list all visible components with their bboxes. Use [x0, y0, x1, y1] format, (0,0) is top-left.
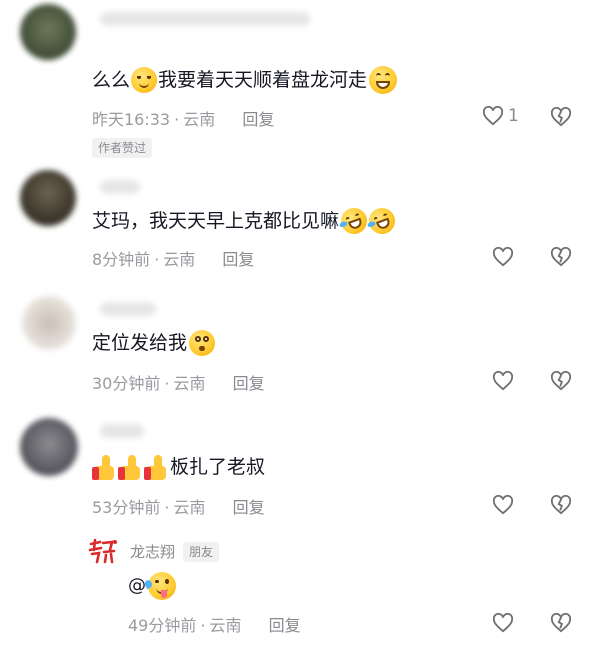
comment-location: 云南	[173, 498, 206, 517]
reply-time: 49分钟前	[128, 616, 197, 635]
username[interactable]	[100, 302, 156, 316]
avatar[interactable]	[22, 296, 76, 350]
rolling-laughing-emoji	[365, 204, 399, 238]
comment-meta: 昨天16:33 · 云南 回复	[92, 106, 274, 130]
thumbs-up-emoji	[92, 454, 116, 480]
comment-time: 53分钟前	[92, 498, 161, 517]
comment-text: 定位发给我	[92, 330, 216, 356]
reply-button[interactable]: 回复	[242, 110, 274, 129]
comment-text: 艾玛，我天天早上克都比见嘛	[92, 204, 399, 238]
comment-meta: 8分钟前 · 云南 回复	[92, 246, 254, 270]
friend-tag: 朋友	[183, 541, 220, 562]
comment-time: 昨天16:33	[92, 110, 171, 129]
username[interactable]	[100, 180, 140, 194]
separator: ·	[154, 250, 160, 269]
reply-location: 云南	[209, 616, 242, 635]
separator: ·	[164, 374, 170, 393]
reply-text: @	[128, 572, 176, 600]
grinning-face-emoji	[369, 66, 398, 94]
thumbs-up-emoji	[118, 454, 142, 480]
heart-outline-icon[interactable]	[492, 613, 514, 633]
comment-text: 么么 我要着天天顺着盘龙河走	[92, 66, 398, 94]
comment-time: 30分钟前	[92, 374, 161, 393]
author-liked-badge: 作者赞过	[92, 138, 153, 158]
mention-symbol: @	[128, 575, 146, 596]
avatar[interactable]	[20, 418, 78, 476]
comment-location: 云南	[173, 374, 206, 393]
reply-button[interactable]: 回复	[233, 498, 265, 517]
reply-username[interactable]: 龙志翔	[130, 541, 175, 562]
comment-location: 云南	[163, 250, 196, 269]
comment-time: 8分钟前	[92, 250, 151, 269]
reply-meta: 49分钟前 · 云南 回复	[128, 612, 301, 636]
avatar[interactable]	[20, 170, 76, 226]
comment-text-prefix: 么么	[92, 69, 131, 91]
broken-heart-icon[interactable]	[550, 247, 572, 267]
red-calligraphy-logo[interactable]	[88, 538, 118, 564]
thumbs-up-emoji	[144, 454, 168, 480]
comment-text-main: 我要着天天顺着盘龙河走	[158, 69, 368, 91]
reply-button[interactable]: 回复	[222, 250, 254, 269]
comment-meta: 30分钟前 · 云南 回复	[92, 370, 265, 394]
separator: ·	[200, 616, 206, 635]
like-count: 1	[508, 106, 519, 126]
comment-text-main: 定位发给我	[92, 332, 188, 354]
comment-text-main: 艾玛，我天天早上克都比见嘛	[92, 210, 340, 232]
comment-meta: 53分钟前 · 云南 回复	[92, 494, 265, 518]
reply-button[interactable]: 回复	[269, 616, 301, 635]
smiling-face-emoji	[131, 67, 158, 93]
avatar[interactable]	[20, 4, 76, 60]
username[interactable]	[100, 424, 144, 438]
comment-text: 板扎了老叔	[92, 454, 265, 480]
broken-heart-icon[interactable]	[550, 371, 572, 391]
username[interactable]	[100, 12, 310, 26]
reply-user: 龙志翔 朋友	[130, 541, 220, 562]
broken-heart-icon[interactable]	[550, 107, 572, 127]
winking-tongue-emoji	[143, 572, 176, 600]
reply-button[interactable]: 回复	[233, 374, 265, 393]
heart-outline-icon[interactable]	[492, 495, 514, 515]
comment-text-main: 板扎了老叔	[170, 456, 266, 478]
comment-location: 云南	[183, 110, 216, 129]
separator: ·	[164, 498, 170, 517]
separator: ·	[174, 110, 180, 129]
rolling-laughing-emoji	[337, 204, 371, 238]
like-button[interactable]: 1	[482, 106, 519, 126]
heart-outline-icon	[482, 106, 504, 126]
heart-outline-icon[interactable]	[492, 247, 514, 267]
heart-outline-icon[interactable]	[492, 371, 514, 391]
broken-heart-icon[interactable]	[550, 495, 572, 515]
astonished-face-emoji	[189, 330, 216, 356]
broken-heart-icon[interactable]	[550, 613, 572, 633]
